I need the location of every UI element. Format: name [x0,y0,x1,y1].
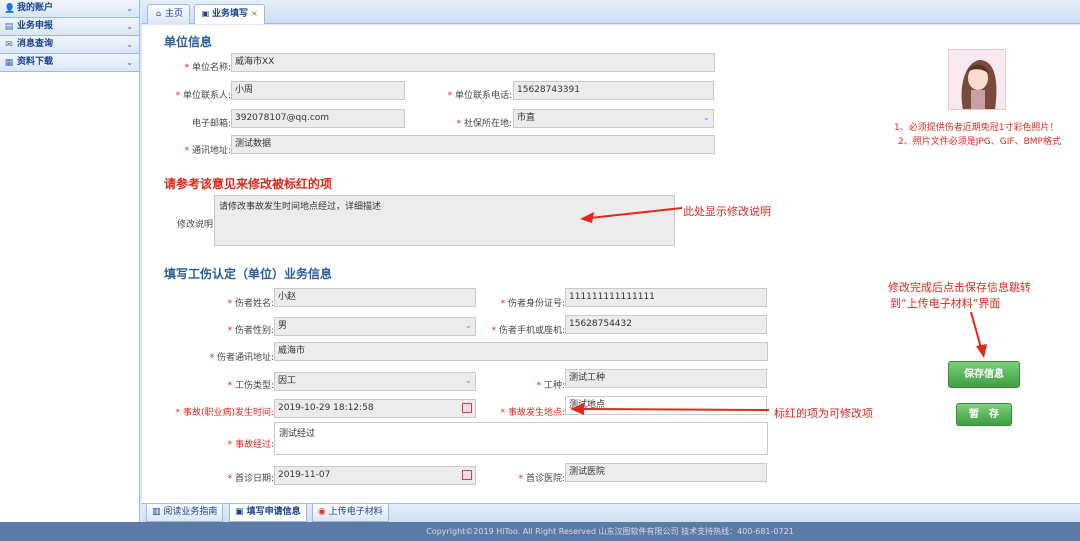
sidebar-item-label: 业务申报 [17,21,54,31]
temp-save-button[interactable]: 暂 存 [956,403,1012,426]
sidebar-item-downloads[interactable]: ▦ 资料下载 ⌄ [0,54,139,72]
tab-label: 上传电子材料 [328,507,383,517]
work-type-label: * 工种: [536,381,565,391]
tab-bar: ⌂ 主页 ▣ 业务填写 × [142,0,1080,24]
hospital-label: * 首诊医院: [518,474,565,484]
sidebar-item-label: 消息查询 [17,39,54,49]
injured-gender-label: * 伤者性别: [227,326,274,336]
unit-address-label: * 通讯地址: [184,146,231,156]
tab-read-guide[interactable]: ▥ 阅读业务指南 [146,504,224,522]
mail-icon: ✉ [5,39,13,50]
unit-address-field[interactable]: 测试数据 [231,135,715,154]
sidebar-item-business[interactable]: ▤ 业务申报 ⌄ [0,18,139,36]
chevron-down-icon: ⌄ [702,113,710,123]
social-security-label: * 社保所在地: [456,119,512,129]
social-security-select[interactable]: 市直 ⌄ [513,109,714,128]
user-icon: 👤 [4,3,16,14]
tab-label: 业务填写 [212,9,249,19]
chevron-down-icon[interactable]: ⌄ [126,0,133,17]
email-label: 电子邮箱: [191,119,231,129]
sidebar-item-messages[interactable]: ✉ 消息查询 ⌄ [0,36,139,54]
unit-name-field[interactable]: 威海市XX [231,53,715,72]
tab-home[interactable]: ⌂ 主页 [147,4,191,24]
tab-label: 填写申请信息 [246,507,301,517]
unit-contact-field[interactable]: 小周 [231,81,405,100]
tab-fill-application[interactable]: ▣ 填写申请信息 [229,504,307,522]
arrow-annotation-editable [570,403,770,415]
revision-annotation: 此处显示修改说明 [683,205,771,218]
save-info-button[interactable]: 保存信息 [948,361,1020,388]
accident-time-value: 2019-10-29 18:12:58 [278,403,374,413]
first-visit-date-label: * 首诊日期: [227,474,274,484]
avatar [961,60,997,109]
first-visit-date-field[interactable]: 2019-11-07 [274,466,476,485]
footer-copyright: Copyright©2019 HiToo. All Right Reserved… [0,522,1080,541]
chevron-down-icon: ⌄ [464,376,472,386]
injury-type-label: * 工伤类型: [227,381,274,391]
accident-time-label: * 事故(职业病)发生时间: [175,408,274,418]
section-title-business: 填写工伤认定（单位）业务信息 [164,267,333,281]
work-type-field[interactable]: 测试工种 [565,369,767,388]
main-content: 单位信息 * 单位名称: 威海市XX * 单位联系人: 小周 * 单位联系电话:… [142,25,1080,503]
photo-note-2: 2、照片文件必须是JPG、GIF、BMP格式 [898,137,1061,147]
photo-preview[interactable] [948,49,1006,110]
chevron-down-icon: ⌄ [464,321,472,331]
calendar-icon[interactable] [462,403,472,413]
arrow-annotation-revision [580,207,683,223]
save-note-line2: 到“上传电子材料”界面 [890,297,1001,310]
document-icon: ▦ [4,57,14,68]
tab-label: 主页 [165,9,184,19]
tab-label: 阅读业务指南 [163,507,218,517]
chevron-down-icon[interactable]: ⌄ [126,18,133,35]
arrow-annotation-save [970,311,987,358]
word-icon: ▣ [235,507,247,517]
injured-address-label: * 伤者通讯地址: [209,353,274,363]
form-icon: ▣ [201,9,210,18]
injured-id-field[interactable]: 111111111111111 [565,288,767,307]
chevron-down-icon[interactable]: ⌄ [126,54,133,71]
accident-process-textarea[interactable]: 测试经过 [274,422,768,455]
bottom-tab-bar: ▥ 阅读业务指南 ▣ 填写申请信息 ◉ 上传电子材料 [142,503,1080,522]
injured-mobile-field[interactable]: 15628754432 [565,315,767,334]
injured-name-field[interactable]: 小赵 [274,288,476,307]
tab-upload-materials[interactable]: ◉ 上传电子材料 [312,504,389,522]
close-icon[interactable]: × [251,9,258,18]
photo-note-1: 1、必须提供伤者近期免冠1寸彩色照片！ [894,123,1059,133]
save-note-line1: 修改完成后点击保存信息跳转 [888,281,1031,294]
calendar-icon[interactable] [462,470,472,480]
injury-type-select[interactable]: 因工 ⌄ [274,372,476,391]
revision-label: 修改说明: [176,220,216,230]
upload-icon: ◉ [318,507,329,517]
gender-value: 男 [278,321,288,331]
injured-gender-select[interactable]: 男 ⌄ [274,317,476,336]
unit-contact-label: * 单位联系人: [175,91,231,101]
sidebar-item-label: 资料下载 [17,57,54,67]
sidebar-item-label: 我的账户 [17,3,54,13]
section-title-unit: 单位信息 [164,35,213,49]
social-security-value: 市直 [517,113,536,123]
hospital-field[interactable]: 测试医院 [565,463,767,482]
unit-phone-label: * 单位联系电话: [447,91,512,101]
accident-place-label: * 事故发生地点: [500,408,565,418]
email-field[interactable]: 392078107@qq.com [231,109,405,128]
first-visit-date-value: 2019-11-07 [278,470,331,480]
injured-name-label: * 伤者姓名: [227,299,274,309]
injured-id-label: * 伤者身份证号: [500,299,565,309]
accident-process-label: * 事故经过: [227,440,274,450]
unit-name-label: * 单位名称: [184,63,231,73]
injury-type-value: 因工 [278,376,297,386]
sidebar: 👤 我的账户 ⌄ ▤ 业务申报 ⌄ ✉ 消息查询 ⌄ ▦ 资料下载 ⌄ [0,0,140,525]
injured-address-field[interactable]: 威海市 [274,342,768,361]
home-icon: ⌂ [155,9,162,18]
chevron-down-icon[interactable]: ⌄ [126,36,133,53]
book-icon: ▥ [152,507,164,517]
unit-phone-field[interactable]: 15628743391 [513,81,714,100]
section-title-revision: 请参考该意见来修改被标红的项 [164,177,333,191]
injured-mobile-label: * 伤者手机或座机: [491,326,565,336]
sidebar-item-account[interactable]: 👤 我的账户 ⌄ [0,0,139,18]
tab-business-fill[interactable]: ▣ 业务填写 × [194,4,265,24]
editable-annotation: 标红的项为可修改项 [774,407,873,420]
folder-icon: ▤ [4,21,14,32]
accident-time-field[interactable]: 2019-10-29 18:12:58 [274,399,476,418]
